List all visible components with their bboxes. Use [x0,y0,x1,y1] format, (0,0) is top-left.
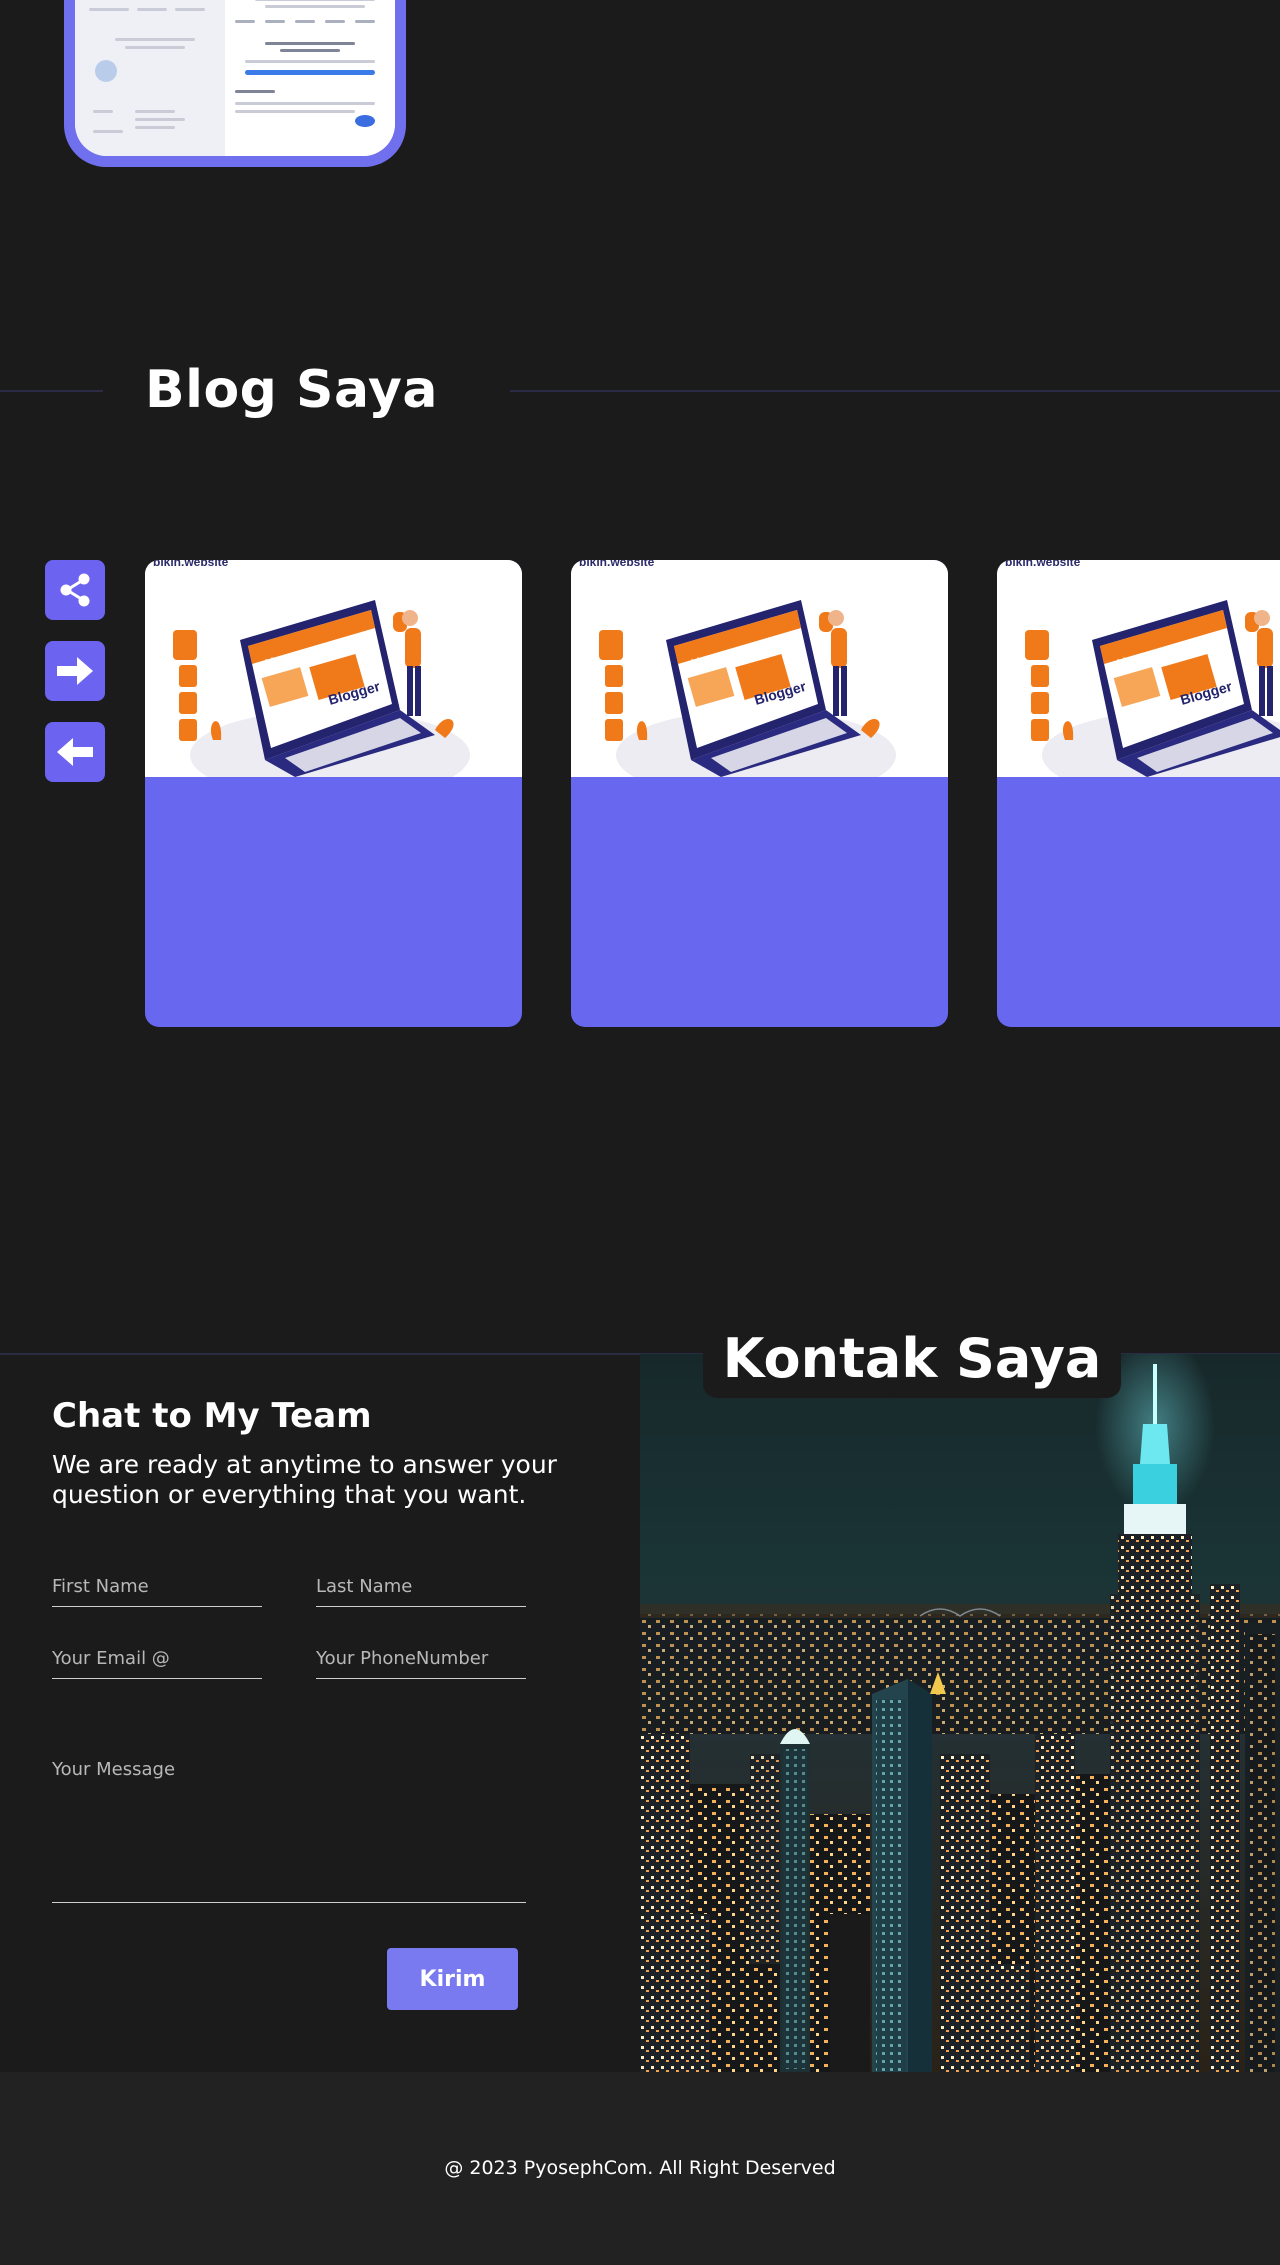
blogger-laptop-illustration: blog Blogger [173,600,470,777]
blog-divider-left [0,390,103,392]
blog-card[interactable]: bikin.website blog Blogger [997,560,1280,1027]
send-button[interactable]: Kirim [387,1948,518,2010]
blog-section-title: Blog Saya [145,360,438,420]
project-preview-screenshot [75,0,395,156]
footer: @ 2023 PyosephCom. All Right Deserved [0,2072,1280,2265]
blog-divider-right [510,390,1280,392]
blog-card-thumbnail: bikin.website blog Blogger [997,560,1280,777]
message-field[interactable] [52,1759,526,1903]
email-field[interactable] [52,1646,262,1679]
chat-heading: Chat to My Team [52,1396,372,1436]
preview-left-panel [75,0,225,156]
next-button[interactable] [45,641,105,701]
project-preview-frame[interactable] [64,0,406,167]
share-icon [60,573,90,607]
arrow-left-icon [57,738,93,766]
city-skyline-illustration [640,1354,1280,2072]
contact-section-title: Kontak Saya [703,1318,1121,1398]
first-name-field[interactable] [52,1574,262,1607]
blog-card-thumbnail: bikin.website blog Blogger [571,560,948,777]
city-skyline-image [640,1354,1280,2072]
last-name-field[interactable] [316,1574,526,1607]
blog-card-thumbnail: bikin.website blog Blogger [145,560,522,777]
share-button[interactable] [45,560,105,620]
blog-card[interactable]: bikin.website blog Blogger [145,560,522,1027]
previous-button[interactable] [45,722,105,782]
footer-copyright: @ 2023 PyosephCom. All Right Deserved [444,2157,836,2179]
blogger-laptop-illustration: blog Blogger [1025,600,1280,777]
phone-number-field[interactable] [316,1646,526,1679]
blogger-laptop-illustration: blog Blogger [599,600,896,777]
chat-subtitle: We are ready at anytime to answer your q… [52,1450,557,1509]
blog-card[interactable]: bikin.website blog Blogger [571,560,948,1027]
arrow-right-icon [57,657,93,685]
preview-right-panel [225,0,395,156]
